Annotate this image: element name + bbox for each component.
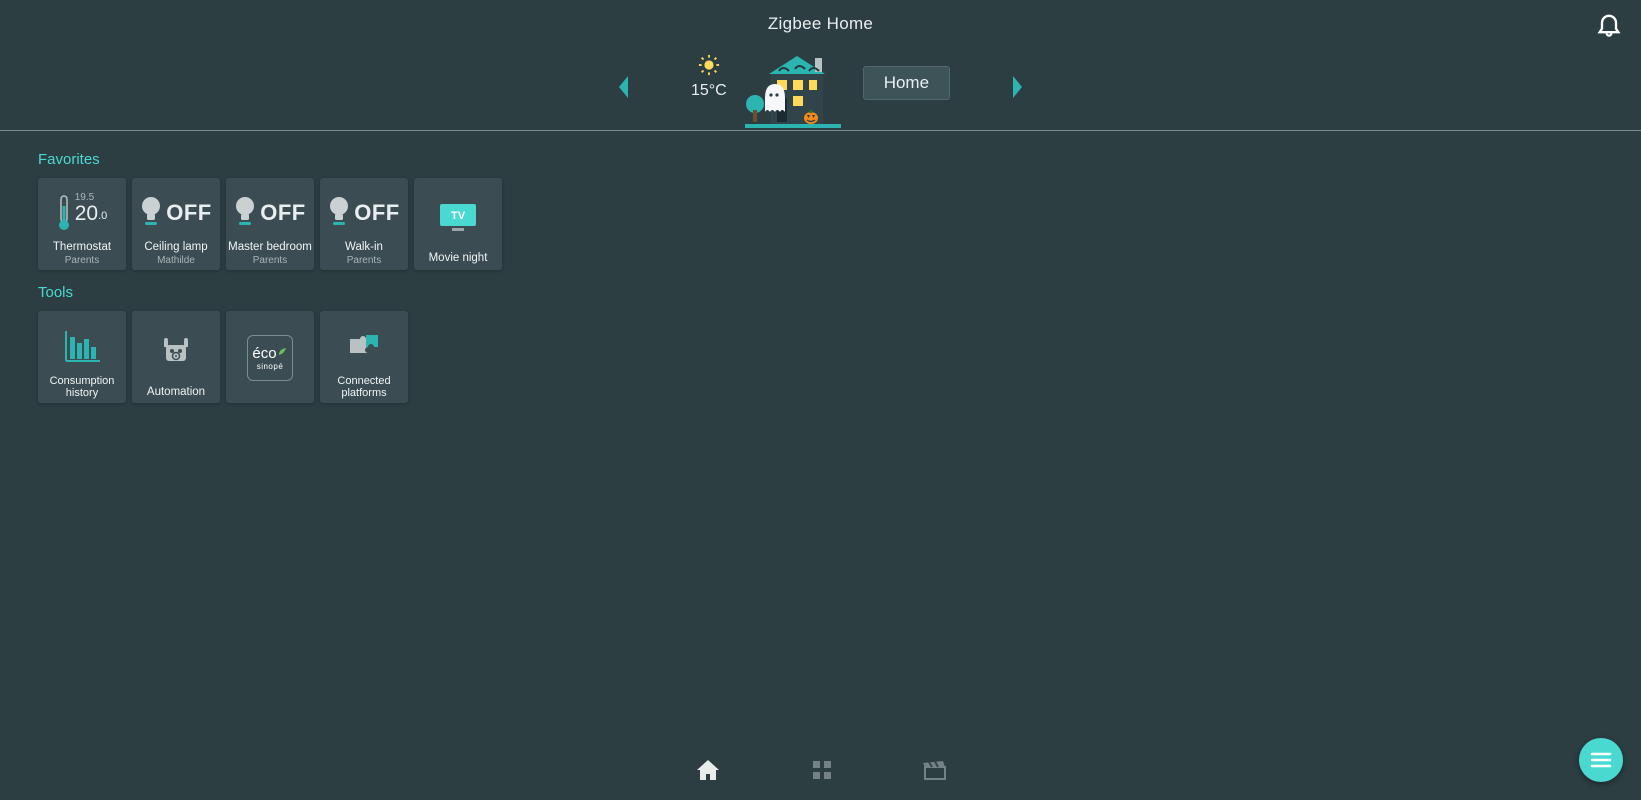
content-area: Favorites 19.5 20.0 Th <box>0 131 1641 403</box>
app-root: Zigbee Home 15°C <box>0 0 1641 800</box>
tools-row: Consumption history Automation éco sinop… <box>38 311 1641 403</box>
tool-tile-connected-platforms[interactable]: Connected platforms <box>320 311 408 403</box>
favorite-tile-walk-in[interactable]: OFF Walk-in Parents <box>320 178 408 270</box>
puzzle-icon <box>344 329 384 363</box>
tile-label: Automation <box>147 386 205 399</box>
house-illustration-icon <box>745 50 841 128</box>
hamburger-icon <box>1590 751 1612 769</box>
location-display: 15°C <box>691 50 950 128</box>
notifications-button[interactable] <box>1595 10 1623 43</box>
tile-sublabel: Mathilde <box>144 255 207 266</box>
next-location-button[interactable] <box>1010 76 1024 103</box>
menu-fab-button[interactable] <box>1579 738 1623 782</box>
location-name: Home <box>884 73 929 92</box>
tile-label: Consumption history <box>38 375 126 399</box>
eco-sinope-icon: éco sinopé <box>247 335 293 381</box>
tile-label: Connected platforms <box>320 375 408 399</box>
nav-home-button[interactable] <box>695 758 721 787</box>
favorite-tile-ceiling-lamp[interactable]: OFF Ceiling lamp Mathilde <box>132 178 220 270</box>
thermostat-temp-dec: .0 <box>98 211 107 222</box>
tile-label: Master bedroom <box>228 241 312 254</box>
tool-tile-consumption-history[interactable]: Consumption history <box>38 311 126 403</box>
location-row: 15°C <box>0 48 1641 131</box>
bell-icon <box>1595 10 1623 38</box>
light-state: OFF <box>166 200 212 226</box>
grid-icon <box>811 759 833 781</box>
favorite-tile-thermostat[interactable]: 19.5 20.0 Thermostat Parents <box>38 178 126 270</box>
clapperboard-icon <box>923 759 947 781</box>
chevron-right-icon <box>1010 76 1024 98</box>
tile-label: Walk-in <box>345 241 383 254</box>
bar-chart-icon <box>62 329 102 363</box>
favorites-heading: Favorites <box>38 151 1641 168</box>
home-icon <box>695 758 721 782</box>
tile-label: Ceiling lamp <box>144 241 207 254</box>
tile-label: Movie night <box>429 252 488 265</box>
favorites-row: 19.5 20.0 Thermostat Parents <box>38 178 1641 270</box>
location-pill[interactable]: Home <box>863 66 950 100</box>
sun-icon <box>698 54 720 76</box>
tile-label: Thermostat <box>53 241 111 254</box>
robot-icon <box>156 335 196 369</box>
prev-location-button[interactable] <box>617 76 631 103</box>
favorite-tile-master-bedroom[interactable]: OFF Master bedroom Parents <box>226 178 314 270</box>
bulb-icon <box>140 196 162 230</box>
light-state: OFF <box>354 200 400 226</box>
tile-sublabel: Parents <box>228 255 312 266</box>
bulb-icon <box>234 196 256 230</box>
thermometer-icon <box>57 194 71 232</box>
nav-grid-button[interactable] <box>811 759 833 786</box>
favorite-tile-movie-night[interactable]: TV Movie night <box>414 178 502 270</box>
bottom-nav <box>0 744 1641 800</box>
tool-tile-automation[interactable]: Automation <box>132 311 220 403</box>
outdoor-temperature: 15°C <box>691 82 727 100</box>
tool-tile-eco-sinope[interactable]: éco sinopé <box>226 311 314 403</box>
tools-heading: Tools <box>38 284 1641 301</box>
chevron-left-icon <box>617 76 631 98</box>
top-bar: Zigbee Home <box>0 0 1641 48</box>
weather-widget: 15°C <box>691 54 727 128</box>
light-state: OFF <box>260 200 306 226</box>
tile-sublabel: Parents <box>53 255 111 266</box>
bulb-icon <box>328 196 350 230</box>
page-title: Zigbee Home <box>768 14 873 33</box>
svg-text:TV: TV <box>451 210 466 222</box>
tile-sublabel: Parents <box>345 255 383 266</box>
leaf-icon <box>278 346 288 356</box>
thermostat-temp-whole: 20 <box>75 203 98 224</box>
nav-scenes-button[interactable] <box>923 759 947 786</box>
tv-icon: TV <box>436 200 480 236</box>
